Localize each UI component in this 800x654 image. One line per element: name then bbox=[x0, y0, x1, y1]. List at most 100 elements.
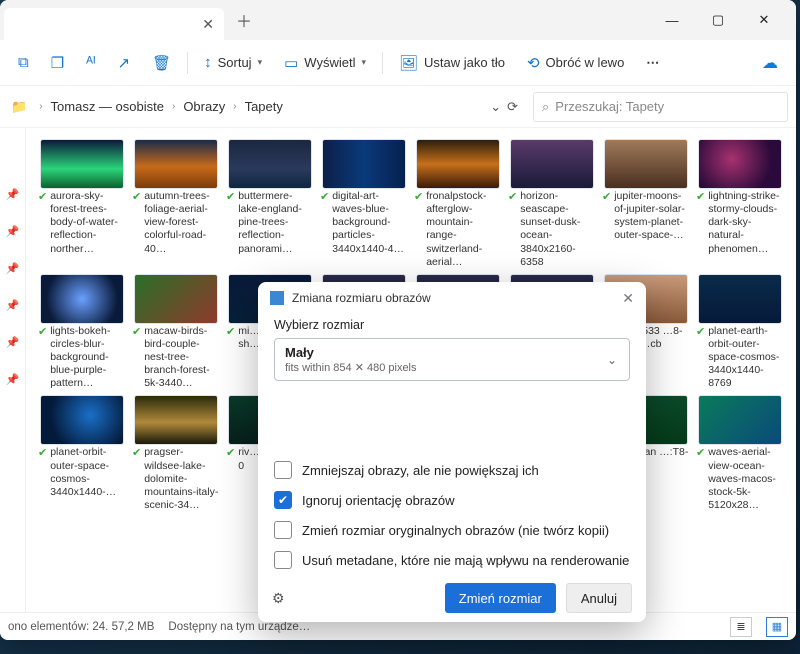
sort-icon: ↕ bbox=[204, 54, 212, 71]
pin-icon[interactable]: 📌 bbox=[6, 262, 20, 275]
close-window-button[interactable] bbox=[742, 5, 786, 35]
dialog-titlebar: Zmiana rozmiaru obrazów ✕ bbox=[258, 282, 646, 314]
thumb-item[interactable]: ✔jupiter-moons-of-jupiter-solar-system-p… bbox=[602, 140, 690, 269]
minimize-button[interactable] bbox=[650, 5, 694, 35]
thumb-item[interactable]: ✔buttermere-lake-england-pine-trees-refl… bbox=[226, 140, 314, 269]
dialog-body: Wybierz rozmiar Mały fits within 854 ✕ 4… bbox=[258, 314, 646, 569]
rename-button[interactable]: ᴬᴵ bbox=[78, 50, 103, 75]
resize-dialog: Zmiana rozmiaru obrazów ✕ Wybierz rozmia… bbox=[258, 282, 646, 622]
search-icon: ⌕ bbox=[542, 99, 549, 115]
size-label: Wybierz rozmiar bbox=[274, 318, 630, 332]
option-shrink-only[interactable]: Zmniejszaj obrazy, ale nie powiększaj ic… bbox=[274, 461, 630, 479]
chevron-down-icon: ⌄ bbox=[607, 353, 617, 367]
pin-icon[interactable]: 📌 bbox=[6, 299, 20, 312]
thumb-item[interactable]: ✔waves-aerial-view-ocean-waves-macos-sto… bbox=[696, 396, 784, 512]
search-placeholder: Przeszukaj: Tapety bbox=[555, 99, 664, 114]
check-icon: ✔ bbox=[226, 447, 235, 461]
rotate-left-button[interactable]: ⟲Obróć w lewo bbox=[519, 50, 632, 76]
option-overwrite-originals[interactable]: Zmień rozmiar oryginalnych obrazów (nie … bbox=[274, 521, 630, 539]
option-strip-metadata[interactable]: Usuń metadane, które nie mają wpływu na … bbox=[274, 551, 630, 569]
set-background-button[interactable]: 🖼Ustaw jako tło bbox=[391, 50, 513, 76]
size-subtitle: fits within 854 ✕ 480 pixels bbox=[285, 361, 619, 374]
maximize-button[interactable] bbox=[696, 5, 740, 35]
thumb-item[interactable]: ✔fronalpstock-afterglow-mountain-range-s… bbox=[414, 140, 502, 269]
thumb-item[interactable]: ✔planet-earth-orbit-outer-space-cosmos-3… bbox=[696, 275, 784, 391]
status-count: ono elementów: 24. 57,2 MB bbox=[8, 621, 154, 633]
check-icon: ✔ bbox=[38, 326, 47, 340]
toolbar: ⧉ ❐ ᴬᴵ ↗ 🗑 ↕Sortuj▾ ▭Wyświetl▾ 🖼Ustaw ja… bbox=[0, 40, 796, 86]
check-icon: ✔ bbox=[226, 191, 235, 205]
nav-row: 📁 › Tomasz — osobiste › Obrazy › Tapety … bbox=[0, 86, 796, 128]
checkbox-icon bbox=[274, 521, 292, 539]
layout-icon: ▭ bbox=[284, 54, 298, 72]
image-icon: 🖼 bbox=[399, 54, 418, 72]
copy-button[interactable]: ❐ bbox=[43, 50, 72, 76]
pin-icon[interactable]: 📌 bbox=[6, 373, 20, 386]
share-button[interactable]: ↗ bbox=[109, 50, 138, 76]
rename-icon: ᴬᴵ bbox=[86, 54, 95, 71]
onedrive-icon[interactable]: ☁ bbox=[754, 49, 786, 77]
option-ignore-orientation[interactable]: ✔Ignoruj orientację obrazów bbox=[274, 491, 630, 509]
check-icon: ✔ bbox=[508, 191, 517, 205]
share-icon: ↗ bbox=[117, 54, 130, 72]
details-view-button[interactable]: ≣ bbox=[730, 617, 752, 637]
chevron-right-icon: › bbox=[172, 101, 175, 112]
thumbnails-view-button[interactable]: ▦ bbox=[766, 617, 788, 637]
breadcrumb-seg[interactable]: Obrazy bbox=[183, 99, 225, 114]
close-tab-icon[interactable]: ✕ bbox=[202, 16, 214, 33]
dialog-title: Zmiana rozmiaru obrazów bbox=[292, 291, 431, 305]
chevron-right-icon: › bbox=[233, 101, 236, 112]
sidebar: 📌 📌 📌 📌 📌 📌 bbox=[0, 128, 26, 612]
thumb-item[interactable]: ✔horizon-seascape-sunset-dusk-ocean-3840… bbox=[508, 140, 596, 269]
view-button[interactable]: ▭Wyświetl▾ bbox=[276, 50, 374, 76]
titlebar: ✕ ＋ bbox=[0, 0, 796, 40]
close-dialog-button[interactable]: ✕ bbox=[622, 290, 634, 307]
breadcrumb[interactable]: 📁 › Tomasz — osobiste › Obrazy › Tapety … bbox=[4, 92, 525, 122]
folder-icon: 📁 bbox=[11, 99, 27, 115]
tab-active[interactable]: ✕ bbox=[4, 8, 224, 40]
copy-icon: ❐ bbox=[51, 54, 64, 72]
thumb-item[interactable]: ✔planet-orbit-outer-space-cosmos-3440x14… bbox=[38, 396, 126, 512]
thumb-item[interactable]: ✔macaw-birds-bird-couple-nest-tree-branc… bbox=[132, 275, 220, 391]
more-button[interactable]: ⋯ bbox=[638, 51, 669, 75]
options-list: Zmniejszaj obrazy, ale nie powiększaj ic… bbox=[274, 461, 630, 569]
rotate-icon: ⟲ bbox=[527, 54, 540, 72]
check-icon: ✔ bbox=[132, 191, 141, 205]
check-icon: ✔ bbox=[696, 447, 705, 461]
search-input[interactable]: ⌕ Przeszukaj: Tapety bbox=[533, 92, 788, 122]
thumb-item[interactable]: ✔digital-art-waves-blue-background-parti… bbox=[320, 140, 408, 269]
thumb-item[interactable]: ✔pragser-wildsee-lake-dolomite-mountains… bbox=[132, 396, 220, 512]
check-icon: ✔ bbox=[696, 326, 705, 340]
status-availability: Dostępny na tym urządze… bbox=[168, 621, 310, 633]
new-tab-button[interactable]: ＋ bbox=[230, 6, 258, 34]
cut-button[interactable]: ⧉ bbox=[10, 50, 37, 75]
dialog-footer: ⚙ Zmień rozmiar Anuluj bbox=[258, 574, 646, 622]
pin-icon[interactable]: 📌 bbox=[6, 225, 20, 238]
thumb-item[interactable]: ✔lightning-strike-stormy-clouds-dark-sky… bbox=[696, 140, 784, 269]
settings-icon[interactable]: ⚙ bbox=[272, 590, 285, 607]
checkbox-icon bbox=[274, 551, 292, 569]
resize-button[interactable]: Zmień rozmiar bbox=[445, 583, 556, 613]
app-logo-icon bbox=[270, 291, 284, 305]
check-icon: ✔ bbox=[226, 326, 235, 340]
pin-icon[interactable]: 📌 bbox=[6, 188, 20, 201]
breadcrumb-seg[interactable]: Tapety bbox=[245, 99, 283, 114]
trash-icon: 🗑 bbox=[152, 54, 171, 72]
checkbox-checked-icon: ✔ bbox=[274, 491, 292, 509]
cancel-button[interactable]: Anuluj bbox=[566, 583, 632, 613]
thumb-item[interactable]: ✔autumn-trees-foliage-aerial-view-forest… bbox=[132, 140, 220, 269]
refresh-icon[interactable]: ⟳ bbox=[507, 99, 518, 115]
separator bbox=[382, 52, 383, 74]
thumb-item[interactable]: ✔lights-bokeh-circles-blur-background-bl… bbox=[38, 275, 126, 391]
check-icon: ✔ bbox=[132, 326, 141, 340]
chevron-down-icon[interactable]: ⌄ bbox=[490, 99, 501, 115]
breadcrumb-seg[interactable]: Tomasz — osobiste bbox=[51, 99, 164, 114]
pin-icon[interactable]: 📌 bbox=[6, 336, 20, 349]
thumb-item[interactable]: ✔aurora-sky-forest-trees-body-of-water-r… bbox=[38, 140, 126, 269]
check-icon: ✔ bbox=[38, 191, 47, 205]
delete-button[interactable]: 🗑 bbox=[144, 50, 179, 76]
cut-icon: ⧉ bbox=[18, 54, 29, 71]
sort-button[interactable]: ↕Sortuj▾ bbox=[196, 50, 270, 75]
check-icon: ✔ bbox=[132, 447, 141, 461]
size-dropdown[interactable]: Mały fits within 854 ✕ 480 pixels ⌄ bbox=[274, 338, 630, 381]
